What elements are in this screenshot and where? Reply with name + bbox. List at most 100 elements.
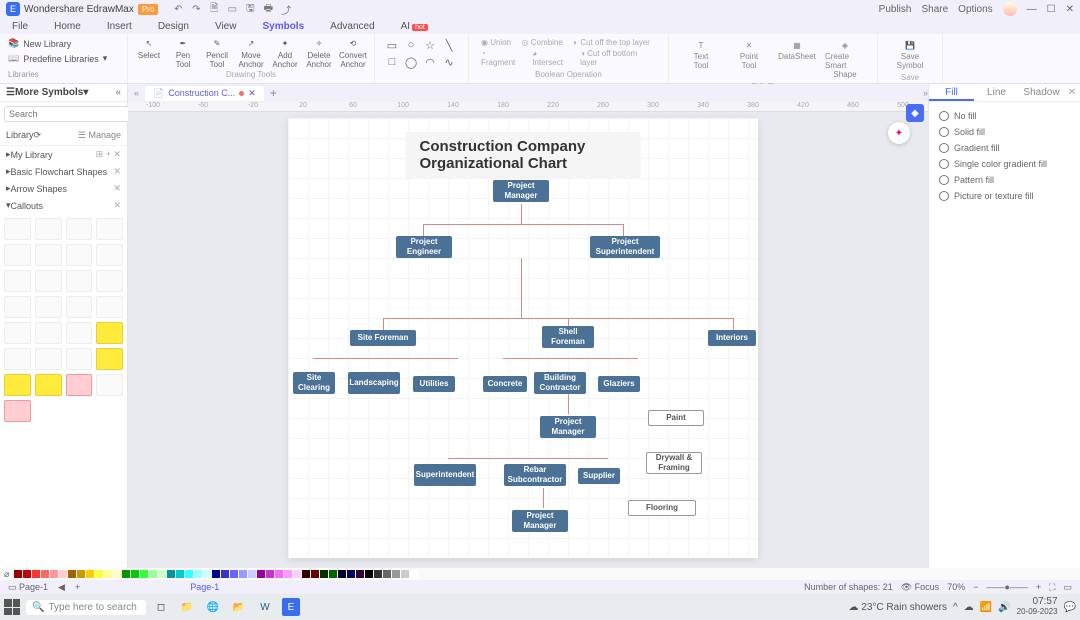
rect-shape-icon[interactable]: ▭ bbox=[385, 38, 399, 52]
circle-shape-icon[interactable]: ○ bbox=[404, 38, 418, 52]
more-symbols-button[interactable]: ☰ More Symbols ▾« bbox=[0, 84, 127, 102]
shape-thumb[interactable] bbox=[35, 322, 62, 344]
word-icon[interactable]: W bbox=[256, 598, 274, 616]
color-swatch[interactable] bbox=[86, 570, 94, 578]
color-swatch[interactable] bbox=[248, 570, 256, 578]
shape-thumb[interactable] bbox=[4, 400, 31, 422]
folder-icon[interactable]: 📂 bbox=[230, 598, 248, 616]
new-library-button[interactable]: 📚 New Library bbox=[8, 38, 127, 49]
add-anchor-tool[interactable]: ✦AddAnchor bbox=[270, 36, 300, 69]
file-icon[interactable]: 🗎 bbox=[208, 3, 220, 15]
zoom-slider[interactable]: ——●—— bbox=[986, 582, 1027, 592]
color-swatch[interactable] bbox=[311, 570, 319, 578]
org-node[interactable]: Shell Foreman bbox=[542, 326, 594, 348]
color-swatch[interactable] bbox=[320, 570, 328, 578]
color-swatch[interactable] bbox=[122, 570, 130, 578]
options-link[interactable]: Options bbox=[958, 4, 992, 15]
color-swatch[interactable] bbox=[239, 570, 247, 578]
export-icon[interactable]: ⤴ bbox=[280, 3, 292, 15]
shape-thumb[interactable] bbox=[4, 244, 31, 266]
tray-wifi-icon[interactable]: 📶 bbox=[980, 602, 992, 613]
color-swatch[interactable] bbox=[356, 570, 364, 578]
shape-thumb[interactable] bbox=[96, 218, 123, 240]
tab-fill[interactable]: Fill bbox=[929, 84, 974, 101]
fill-option-pattern[interactable]: Pattern fill bbox=[939, 172, 1070, 188]
color-swatch[interactable] bbox=[374, 570, 382, 578]
org-node[interactable]: Project Manager bbox=[540, 416, 596, 438]
minimize-icon[interactable]: — bbox=[1027, 4, 1037, 15]
color-swatch[interactable] bbox=[401, 570, 409, 578]
document-tab[interactable]: 📄 Construction C...✕ bbox=[145, 86, 264, 101]
fill-option-none[interactable]: No fill bbox=[939, 108, 1070, 124]
fragment-button[interactable]: ◔ Fragment bbox=[481, 49, 522, 67]
color-swatch[interactable] bbox=[212, 570, 220, 578]
menu-file[interactable]: File bbox=[12, 21, 28, 32]
edrawmax-taskbar-icon[interactable]: E bbox=[282, 598, 300, 616]
arc-shape-icon[interactable]: ◠ bbox=[423, 55, 437, 69]
publish-link[interactable]: Publish bbox=[879, 4, 912, 15]
line-shape-icon[interactable]: ╲ bbox=[442, 38, 456, 52]
category-basic-flowchart[interactable]: ▸ Basic Flowchart Shapes✕ bbox=[0, 163, 127, 180]
fill-option-single-gradient[interactable]: Single color gradient fill bbox=[939, 156, 1070, 172]
org-node[interactable]: Project Superintendent bbox=[590, 236, 660, 258]
cut-top-button[interactable]: ◐ Cut off the top layer bbox=[573, 38, 650, 47]
eyedropper-icon[interactable]: ⌀ bbox=[4, 569, 9, 580]
org-node[interactable]: Interiors bbox=[708, 330, 756, 346]
shape-thumb[interactable] bbox=[4, 374, 31, 396]
shape-thumb[interactable] bbox=[66, 244, 93, 266]
print-icon[interactable]: 🖶 bbox=[262, 3, 274, 15]
start-button[interactable] bbox=[4, 599, 20, 615]
org-node[interactable]: Flooring bbox=[628, 500, 696, 516]
shape-thumb[interactable] bbox=[66, 218, 93, 240]
chart-title[interactable]: Construction Company Organizational Char… bbox=[406, 132, 641, 178]
shape-thumb[interactable] bbox=[35, 244, 62, 266]
zoom-out-icon[interactable]: − bbox=[973, 582, 978, 592]
color-swatch[interactable] bbox=[338, 570, 346, 578]
color-swatch[interactable] bbox=[293, 570, 301, 578]
fill-option-picture[interactable]: Picture or texture fill bbox=[939, 188, 1070, 204]
color-swatch[interactable] bbox=[68, 570, 76, 578]
add-page-icon[interactable]: + bbox=[75, 582, 80, 592]
maximize-icon[interactable]: ☐ bbox=[1047, 4, 1056, 15]
tab-close-icon[interactable]: ✕ bbox=[248, 88, 256, 99]
org-node[interactable]: Rebar Subcontractor bbox=[504, 464, 566, 486]
fill-option-gradient[interactable]: Gradient fill bbox=[939, 140, 1070, 156]
shape-thumb[interactable] bbox=[35, 270, 62, 292]
org-node[interactable]: Paint bbox=[648, 410, 704, 426]
page-indicator[interactable]: ▭ Page-1 bbox=[8, 582, 48, 593]
shape-thumb[interactable] bbox=[35, 374, 62, 396]
color-swatch[interactable] bbox=[302, 570, 310, 578]
fill-option-solid[interactable]: Solid fill bbox=[939, 124, 1070, 140]
style-tool-icon[interactable]: ◆ bbox=[906, 104, 924, 122]
org-node[interactable]: Drywall & Framing bbox=[646, 452, 702, 474]
shape-thumb[interactable] bbox=[96, 270, 123, 292]
menu-design[interactable]: Design bbox=[158, 21, 189, 32]
shape-thumb[interactable] bbox=[66, 322, 93, 344]
my-library-item[interactable]: ▸ My Library⊞ + ✕ bbox=[0, 146, 127, 163]
weather-widget[interactable]: ☁ 23°C Rain showers bbox=[849, 602, 947, 613]
point-tool[interactable]: ✕PointTool bbox=[729, 38, 769, 79]
color-swatch[interactable] bbox=[221, 570, 229, 578]
fullscreen-icon[interactable]: ▭ bbox=[1063, 582, 1072, 593]
tray-cloud-icon[interactable]: ☁ bbox=[964, 602, 974, 613]
org-node[interactable]: Concrete bbox=[483, 376, 527, 392]
shape-thumb[interactable] bbox=[4, 322, 31, 344]
org-node[interactable]: Project Manager bbox=[512, 510, 568, 532]
close-panel-icon[interactable]: ✕ bbox=[1064, 84, 1080, 101]
color-swatch[interactable] bbox=[77, 570, 85, 578]
clock[interactable]: 07:5720-09-2023 bbox=[1017, 597, 1058, 617]
menu-insert[interactable]: Insert bbox=[107, 21, 132, 32]
menu-symbols[interactable]: Symbols bbox=[262, 21, 304, 32]
shape-thumb[interactable] bbox=[96, 244, 123, 266]
edraw-logo-icon[interactable]: ✦ bbox=[888, 122, 910, 144]
shape-thumb[interactable] bbox=[35, 218, 62, 240]
shape-thumb[interactable] bbox=[66, 348, 93, 370]
page-icon[interactable]: ▭ bbox=[226, 3, 238, 15]
color-swatch[interactable] bbox=[14, 570, 22, 578]
task-view-icon[interactable]: ◻ bbox=[152, 598, 170, 616]
org-node[interactable]: Project Manager bbox=[493, 180, 549, 202]
shape-thumb[interactable] bbox=[4, 348, 31, 370]
pencil-tool[interactable]: ✎PencilTool bbox=[202, 36, 232, 69]
taskbar-search[interactable]: 🔍 Type here to search bbox=[26, 600, 146, 615]
page[interactable]: Construction Company Organizational Char… bbox=[288, 118, 758, 558]
